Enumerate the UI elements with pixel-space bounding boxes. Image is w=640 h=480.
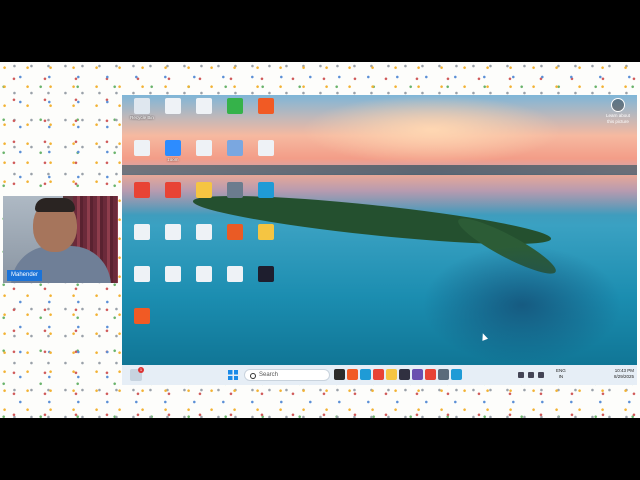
recycle-bin-icon (134, 98, 150, 114)
chrome-icon[interactable] (425, 369, 436, 380)
desktop-icon[interactable] (156, 182, 190, 199)
system-tray[interactable] (518, 370, 544, 380)
letterbox-top (0, 0, 640, 62)
document-icon (196, 266, 212, 282)
terminal-icon (258, 266, 274, 282)
document-icon (196, 98, 212, 114)
desktop-icon-label: zoom (167, 157, 179, 162)
document-icon (134, 140, 150, 156)
folder-icon (258, 224, 274, 240)
chevron-up-icon[interactable] (518, 372, 524, 378)
desktop-icon[interactable]: zoom (156, 140, 190, 163)
app-icon[interactable] (451, 369, 462, 380)
webcam-overlay: Mahender (3, 196, 118, 283)
search-icon (250, 372, 256, 379)
chrome-icon (134, 182, 150, 198)
webcam-name-tag: Mahender (7, 270, 43, 281)
microphone-icon[interactable] (538, 372, 544, 378)
document-icon (165, 266, 181, 282)
desktop-icon[interactable] (156, 266, 190, 283)
learn-about-picture-button[interactable]: Learn about this picture (603, 98, 633, 124)
document-icon (165, 224, 181, 240)
desktop-icon[interactable] (249, 266, 283, 283)
app-icon[interactable] (399, 369, 410, 380)
edge-icon (258, 182, 274, 198)
desktop-icon[interactable] (249, 224, 283, 241)
desktop-icon[interactable] (125, 308, 159, 325)
desktop-icon[interactable] (249, 182, 283, 199)
desktop-icon[interactable] (218, 182, 252, 199)
brave-icon (258, 98, 274, 114)
webcam-person-hair (35, 198, 75, 212)
desktop-icon[interactable] (187, 224, 221, 241)
taskbar-search-box[interactable]: Search (244, 369, 330, 381)
language-code: ENG (556, 368, 566, 373)
app-icon (227, 140, 243, 156)
desktop-icon[interactable] (125, 224, 159, 241)
taskbar: 1 Search ENG IN 10:43 PM 8/29/2025 (122, 365, 637, 385)
desktop-icon[interactable]: Recycle Bin (125, 98, 159, 121)
desktop-icon[interactable] (125, 266, 159, 283)
desktop-icon[interactable] (249, 140, 283, 157)
file-explorer-icon[interactable] (386, 369, 397, 380)
photo-icon (227, 182, 243, 198)
app-icon[interactable] (334, 369, 345, 380)
clock[interactable]: 10:43 PM 8/29/2025 (606, 368, 634, 380)
search-placeholder: Search (259, 372, 279, 378)
zoom-icon (165, 140, 181, 156)
language-indicator[interactable]: ENG IN (556, 368, 566, 379)
chrome-icon (165, 182, 181, 198)
start-button[interactable] (228, 370, 238, 380)
wallpaper-shoal (422, 245, 622, 365)
camera-icon (611, 98, 625, 112)
desktop-icon[interactable] (218, 140, 252, 157)
desktop-icon[interactable] (187, 140, 221, 157)
app-icon (227, 224, 243, 240)
desktop-icon[interactable] (125, 182, 159, 199)
document-icon (227, 266, 243, 282)
document-icon (134, 266, 150, 282)
clock-date: 8/29/2025 (613, 374, 634, 379)
desktop-icon[interactable] (125, 140, 159, 157)
document-icon (196, 224, 212, 240)
learn-about-picture-label: Learn about this picture (605, 113, 631, 124)
wallpaper-horizon (122, 165, 637, 175)
desktop-icon[interactable] (156, 224, 190, 241)
desktop-icon[interactable] (218, 98, 252, 115)
windows-desktop: Recycle Bin zoom Learn about this picture… (122, 95, 637, 385)
brave-icon[interactable] (347, 369, 358, 380)
widgets-badge: 1 (138, 367, 144, 373)
letterbox-bottom (0, 418, 640, 480)
desktop-icon[interactable] (187, 182, 221, 199)
wallpaper-sky-glow (302, 95, 562, 165)
desktop-icon[interactable] (187, 266, 221, 283)
app-icon[interactable] (412, 369, 423, 380)
folder-icon (196, 182, 212, 198)
desktop-icon[interactable] (218, 224, 252, 241)
settings-icon[interactable] (438, 369, 449, 380)
desktop-icon[interactable] (156, 98, 190, 115)
desktop-icon-label: Recycle Bin (130, 115, 154, 120)
desktop-icon[interactable] (187, 98, 221, 115)
document-icon (196, 140, 212, 156)
region-code: IN (558, 373, 564, 379)
edge-icon[interactable] (360, 369, 371, 380)
app-icon (227, 98, 243, 114)
desktop-icon[interactable] (249, 98, 283, 115)
document-icon (258, 140, 274, 156)
brave-icon (134, 308, 150, 324)
document-icon (134, 224, 150, 240)
document-icon (165, 98, 181, 114)
chrome-icon[interactable] (373, 369, 384, 380)
desktop-icon[interactable] (218, 266, 252, 283)
cloud-icon[interactable] (528, 372, 534, 378)
